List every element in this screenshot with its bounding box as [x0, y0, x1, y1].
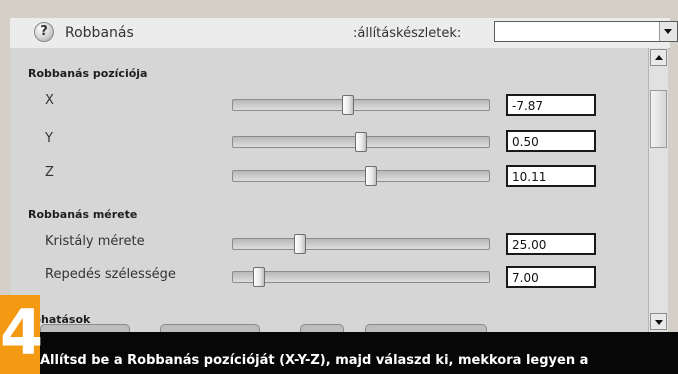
caption-text: Állítsd be a Robbanás pozícióját (X-Y-Z)…	[40, 353, 589, 368]
slider-y[interactable]	[232, 132, 490, 152]
help-icon[interactable]: ?	[34, 22, 54, 42]
scrollbar-thumb[interactable]	[650, 90, 667, 148]
input-z[interactable]: 10.11	[506, 165, 596, 187]
slider-crystal[interactable]	[232, 234, 490, 254]
param-label-y: Y	[45, 131, 53, 146]
param-label-z: Z	[45, 165, 54, 180]
slider-crack[interactable]	[232, 267, 490, 287]
panel-title: Robbanás	[65, 25, 134, 41]
slider-x[interactable]	[232, 95, 490, 115]
input-x[interactable]: -7.87	[506, 94, 596, 116]
dropdown-arrow-button[interactable]	[659, 22, 677, 41]
param-label-crack: Repedés szélessége	[45, 267, 176, 282]
preset-label: :állításkészletek:	[353, 26, 462, 41]
slider-z[interactable]	[232, 166, 490, 186]
slider-thumb-crack[interactable]	[252, 267, 265, 287]
slider-thumb-x[interactable]	[342, 95, 355, 115]
scroll-up-button[interactable]	[650, 49, 667, 66]
chevron-up-icon	[655, 55, 663, 60]
parameters-panel: Robbanás pozíciója X -7.87 Y 0.50 Z 10.1…	[10, 48, 648, 332]
chevron-down-icon	[655, 320, 663, 325]
param-label-x: X	[45, 93, 54, 108]
section-title-position: Robbanás pozíciója	[28, 67, 148, 80]
param-label-crystal: Kristály mérete	[45, 234, 145, 249]
chevron-down-icon	[664, 29, 672, 34]
input-crystal[interactable]: 25.00	[506, 233, 596, 255]
vertical-scrollbar[interactable]	[648, 48, 668, 332]
slider-thumb-y[interactable]	[355, 132, 367, 152]
scroll-down-button[interactable]	[650, 313, 667, 330]
step-number-badge: 4	[0, 295, 43, 374]
panel-header: ? Robbanás :állításkészletek:	[10, 18, 678, 49]
slider-thumb-crystal[interactable]	[293, 234, 306, 254]
input-y[interactable]: 0.50	[506, 130, 596, 152]
section-title-size: Robbanás mérete	[28, 208, 138, 221]
input-crack[interactable]: 7.00	[506, 266, 596, 288]
preset-dropdown[interactable]	[494, 21, 678, 42]
slider-thumb-z[interactable]	[365, 166, 378, 186]
